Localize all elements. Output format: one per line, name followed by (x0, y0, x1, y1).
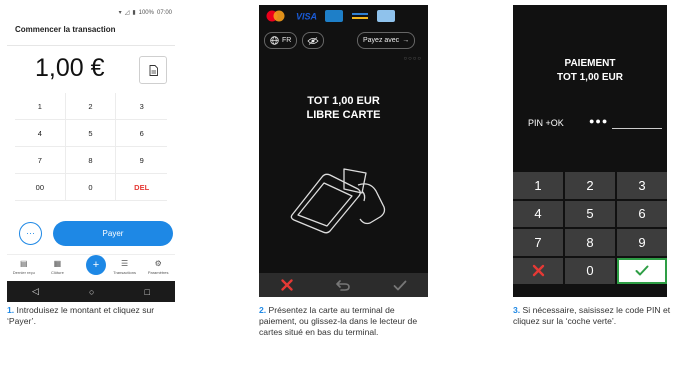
arrow-right-icon: → (402, 37, 410, 44)
terminal-instruction-message: LIBRE CARTE (306, 109, 381, 121)
visa-logo-icon: VISA (296, 12, 317, 22)
pin-screen-title: PAIEMENT (564, 58, 616, 69)
pin-key-4[interactable]: 4 (513, 200, 563, 227)
nav-label: Paramètres (147, 270, 169, 275)
check-icon (635, 265, 649, 276)
battery-level: 100% (138, 9, 154, 16)
step-text: Présentez la carte au terminal de paieme… (259, 305, 418, 337)
key-4[interactable]: 4 (15, 120, 66, 147)
nav-label: Dernier reçu (12, 270, 35, 275)
page-title: Commencer la transaction (7, 20, 175, 46)
pin-label: PIN +OK (528, 118, 564, 128)
svg-text:VISA: VISA (296, 12, 317, 22)
key-6[interactable]: 6 (116, 120, 167, 147)
key-9[interactable]: 9 (116, 147, 167, 174)
wifi-icon: ▾ (118, 10, 122, 16)
receipt-button[interactable] (139, 56, 167, 84)
key-0[interactable]: 0 (65, 174, 117, 201)
cancel-x-icon (281, 279, 293, 291)
terminal-action-bar (259, 273, 428, 297)
document-icon (149, 64, 158, 76)
pay-button[interactable]: Payer (53, 221, 173, 246)
key-5[interactable]: 5 (65, 120, 117, 147)
home-icon[interactable]: ○ (89, 287, 94, 297)
pin-cancel-button[interactable] (513, 257, 563, 284)
nav-label: Transactions (113, 270, 136, 275)
cb-logo-icon (325, 10, 343, 22)
step-text: Si nécessaire, saisissez le code PIN et … (513, 305, 671, 326)
pin-key-3[interactable]: 3 (617, 172, 667, 199)
recents-icon[interactable]: □ (145, 287, 150, 297)
bancontact-logo-icon (377, 10, 395, 22)
check-icon (393, 280, 407, 290)
pin-key-1[interactable]: 1 (513, 172, 563, 199)
step-caption: 2. Présentez la carte au terminal de pai… (259, 305, 429, 338)
pin-key-8[interactable]: 8 (565, 229, 615, 256)
card-logos: VISA (265, 10, 395, 22)
pin-key-7[interactable]: 7 (513, 229, 563, 256)
back-button[interactable] (315, 273, 371, 297)
key-del[interactable]: DEL (116, 174, 167, 201)
mastercard-logo-icon (266, 10, 285, 22)
terminal-card-screen: VISA FR Payez avec → ○○○○ TOT 1,00 EUR L… (259, 5, 428, 297)
pin-confirm-button[interactable] (617, 257, 667, 284)
signal-icon: ◿ (124, 10, 130, 16)
pos-app-screen: ▾ ◿ ▮ 100% 07:00 Commencer la transactio… (7, 5, 175, 302)
clock: 07:00 (156, 9, 172, 16)
pin-keypad: 1 2 3 4 5 6 7 8 9 0 (513, 172, 667, 284)
add-button[interactable]: + (86, 255, 106, 275)
nav-last-receipt[interactable]: ▤ Dernier reçu (9, 259, 39, 275)
key-1[interactable]: 1 (15, 93, 66, 120)
pay-with-button[interactable]: Payez avec → (357, 32, 416, 49)
undo-icon (336, 279, 351, 291)
language-button[interactable]: FR (264, 32, 298, 49)
calendar-icon: ▦ (53, 259, 62, 268)
more-options-button[interactable]: ··· (19, 222, 42, 245)
globe-icon (270, 36, 279, 45)
step-text: Introduisez le montant et cliquez sur ‘P… (7, 305, 155, 326)
key-8[interactable]: 8 (65, 147, 117, 174)
language-label: FR (282, 37, 292, 44)
cancel-x-icon (532, 265, 544, 277)
pin-key-0[interactable]: 0 (565, 257, 615, 284)
pin-key-9[interactable]: 9 (617, 229, 667, 256)
key-00[interactable]: 00 (15, 174, 66, 201)
key-3[interactable]: 3 (116, 93, 167, 120)
eye-icon (307, 36, 319, 45)
nav-closing[interactable]: ▦ Clôture (42, 259, 72, 275)
cancel-button[interactable] (259, 273, 315, 297)
back-icon[interactable]: ◁ (32, 286, 39, 297)
nav-transactions[interactable]: ☰ Transactions (110, 259, 140, 275)
battery-icon: ▮ (132, 10, 136, 16)
pin-entry-dots: ●●● (589, 116, 609, 126)
accessibility-button[interactable] (302, 32, 324, 49)
key-2[interactable]: 2 (65, 93, 117, 120)
pin-key-6[interactable]: 6 (617, 200, 667, 227)
receipt-icon: ▤ (20, 259, 28, 268)
status-bar: ▾ ◿ ▮ 100% 07:00 (7, 5, 175, 20)
nav-label: Clôture (50, 270, 64, 275)
page-indicator: ○○○○ (403, 56, 422, 62)
pin-input-underline (612, 128, 662, 129)
list-icon: ☰ (120, 259, 129, 268)
amex-logo-icon (351, 10, 369, 22)
step-caption: 3. Si nécessaire, saisissez le code PIN … (513, 305, 673, 327)
confirm-button[interactable] (372, 273, 428, 297)
pin-key-2[interactable]: 2 (565, 172, 615, 199)
pin-key-5[interactable]: 5 (565, 200, 615, 227)
pin-screen-amount: TOT 1,00 EUR (557, 72, 623, 83)
amount-display: 1,00 € (35, 54, 105, 82)
gear-icon: ⚙ (154, 259, 162, 268)
pay-with-label: Payez avec (363, 37, 400, 44)
nav-settings[interactable]: ⚙ Paramètres (143, 259, 173, 275)
key-7[interactable]: 7 (15, 147, 66, 174)
amount-row: 1,00 € (7, 46, 175, 93)
step-caption: 1. Introduisez le montant et cliquez sur… (7, 305, 177, 327)
terminal-pin-screen: PAIEMENT TOT 1,00 EUR PIN +OK ●●● 1 2 3 … (513, 5, 667, 297)
android-nav-bar: ◁ ○ □ (7, 281, 175, 302)
terminal-amount-message: TOT 1,00 EUR (307, 95, 380, 107)
card-tap-illustration-icon (290, 168, 386, 234)
amount-keypad: 1 2 3 4 5 6 7 8 9 00 0 DEL (15, 93, 167, 201)
